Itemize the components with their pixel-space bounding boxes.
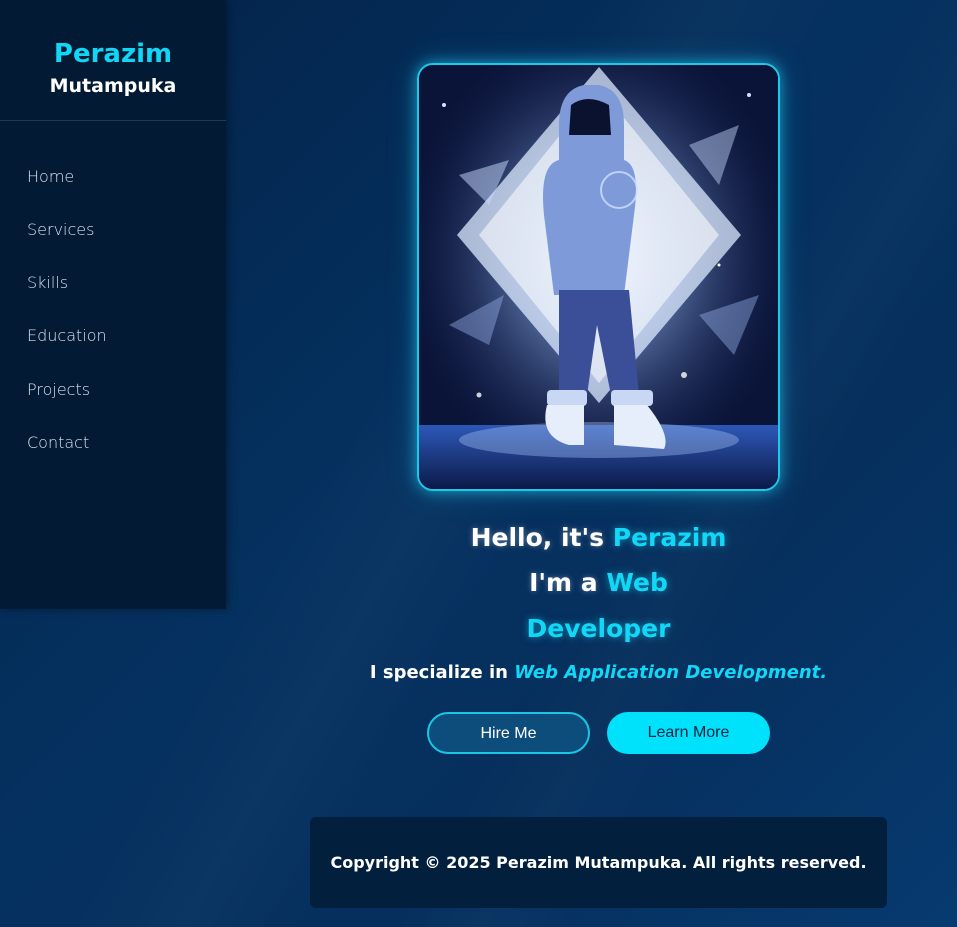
nav-item-home[interactable]: Home bbox=[27, 167, 74, 186]
brand: Perazim Mutampuka bbox=[0, 0, 226, 121]
role-word-web: Web bbox=[606, 568, 668, 597]
specialization-text: I specialize in Web Application Developm… bbox=[310, 660, 887, 686]
specialize-prefix: I specialize in bbox=[369, 662, 508, 683]
nav-item-skills[interactable]: Skills bbox=[27, 273, 68, 292]
role-word-developer: Developer bbox=[526, 614, 671, 643]
greeting-name: Perazim bbox=[612, 523, 727, 552]
nav-item-education[interactable]: Education bbox=[27, 326, 107, 345]
nav-item-contact[interactable]: Contact bbox=[27, 433, 89, 452]
copyright-text: Copyright © 2025 Perazim Mutampuka. All … bbox=[330, 853, 867, 872]
specialize-field: Web Application Development. bbox=[514, 662, 828, 683]
role-heading-line2: Developer bbox=[310, 614, 887, 644]
hooded-figure-illustration bbox=[419, 65, 778, 489]
brand-first-name: Perazim bbox=[53, 39, 173, 69]
brand-last-name: Mutampuka bbox=[49, 75, 177, 97]
greeting-prefix: Hello, it's bbox=[470, 523, 605, 552]
sidebar: Perazim Mutampuka Home Services Skills E… bbox=[0, 0, 226, 609]
greeting-heading: Hello, it's Perazim bbox=[310, 523, 887, 553]
profile-image bbox=[417, 63, 780, 491]
footer: Copyright © 2025 Perazim Mutampuka. All … bbox=[310, 817, 887, 908]
hire-me-button[interactable]: Hire Me bbox=[427, 712, 590, 754]
learn-more-button[interactable]: Learn More bbox=[607, 712, 770, 754]
role-prefix: I'm a bbox=[529, 568, 598, 597]
nav-item-services[interactable]: Services bbox=[27, 220, 94, 239]
role-heading-line1: I'm a Web bbox=[310, 568, 887, 598]
nav-item-projects[interactable]: Projects bbox=[27, 380, 90, 399]
